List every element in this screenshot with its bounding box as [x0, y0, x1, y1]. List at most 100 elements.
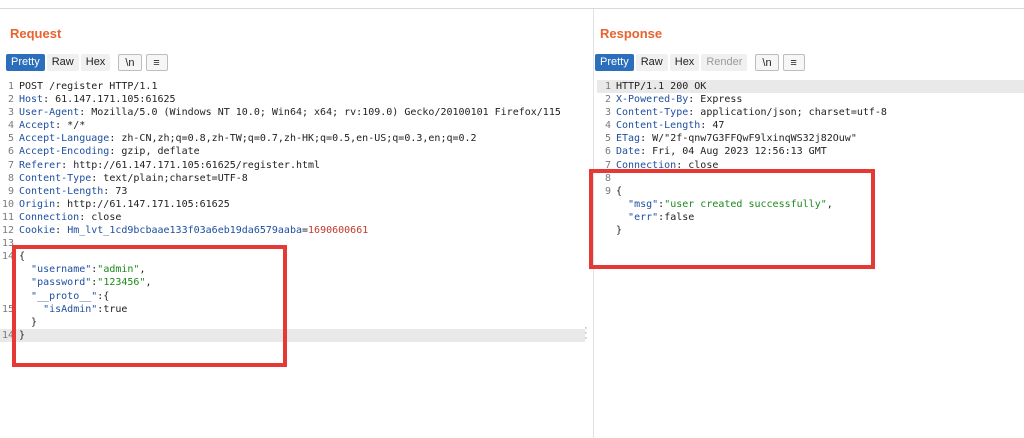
- line-number: 12: [1, 225, 14, 237]
- header-value: Fri, 04 Aug 2023 12:56:13 GMT: [646, 146, 827, 158]
- line-content: Content-Type: text/plain;charset=UTF-8: [19, 172, 248, 184]
- line-content: {: [616, 185, 1024, 198]
- json-key: "__proto__": [31, 290, 98, 302]
- editor-line: 3 Content-Type: application/json; charset…: [597, 106, 1024, 119]
- request-title: Request: [10, 26, 62, 41]
- line-number: 14: [1, 329, 14, 341]
- line-number: 8: [7, 172, 14, 184]
- header-value: Mozilla/5.0 (Windows NT 10.0; Win64; x64…: [85, 107, 561, 119]
- response-menu-icon[interactable]: ≡: [782, 54, 805, 71]
- line-number: 9: [7, 185, 14, 197]
- json-string-value: "123456": [97, 277, 146, 289]
- request-tab-raw[interactable]: Raw: [46, 54, 79, 71]
- code-text: }: [616, 225, 623, 237]
- line-content: Connection: close: [19, 211, 122, 223]
- line-content: "username":"admin",: [19, 263, 585, 276]
- header-name: Connection: [616, 159, 677, 171]
- line-content: }: [616, 224, 1024, 237]
- header-value: close: [85, 211, 122, 223]
- line-number: 3: [7, 107, 14, 119]
- line-content: }: [19, 316, 585, 329]
- line-number: 8: [604, 172, 611, 184]
- editor-line: 2 X-Powered-By: Express: [597, 93, 1024, 106]
- line-content: Host: 61.147.171.105:61625: [19, 94, 176, 106]
- editor-line: }: [597, 224, 1024, 237]
- code-text: }: [19, 316, 38, 328]
- code-text: HTTP/1.1 200 OK: [616, 81, 707, 92]
- response-tab-raw[interactable]: Raw: [635, 54, 668, 71]
- editor-line: 13: [0, 237, 585, 250]
- editor-line: }: [0, 316, 585, 329]
- editor-line: 11 Connection: close: [0, 211, 585, 224]
- response-newline-toggle[interactable]: \n: [755, 54, 779, 71]
- header-name: Content-Length: [19, 185, 104, 197]
- line-number: 1: [7, 81, 14, 92]
- response-editor[interactable]: 1 HTTP/1.1 200 OK 2 X-Powered-By: Express 3 C…: [597, 80, 1024, 438]
- line-content: Content-Length: 47: [616, 120, 725, 132]
- editor-line: 15 "isAdmin":true: [0, 303, 585, 316]
- editor-line: "msg":"user created successfully",: [597, 198, 1024, 211]
- json-separator: :{: [97, 290, 110, 302]
- editor-line: 3 User-Agent: Mozilla/5.0 (Windows NT 10.…: [0, 106, 585, 119]
- code-text: POST /register HTTP/1.1: [19, 81, 158, 92]
- editor-line: 7 Connection: close: [597, 159, 1024, 172]
- line-number: 7: [604, 159, 611, 171]
- json-string-value: "admin": [97, 264, 140, 276]
- json-key: "password": [31, 277, 92, 289]
- header-name: X-Powered-By: [616, 94, 689, 106]
- header-value: 61.147.171.105:61625: [49, 94, 176, 106]
- header-name: Host: [19, 94, 44, 106]
- editor-line: 1 HTTP/1.1 200 OK: [597, 80, 1024, 94]
- editor-line: 8: [597, 172, 1024, 185]
- request-menu-icon[interactable]: ≡: [145, 54, 168, 71]
- line-number: 2: [7, 94, 14, 106]
- header-name: Referer: [19, 159, 62, 171]
- line-content: X-Powered-By: Express: [616, 94, 743, 106]
- editor-line: 14}: [0, 328, 585, 342]
- line-number: 1: [604, 81, 611, 92]
- response-tab-render[interactable]: Render: [701, 54, 748, 71]
- pane-resize-handle[interactable]: · · ·: [584, 323, 588, 344]
- header-value: W/"2f-qnw7G3FFQwF9lxinqWS32j82Ouw": [646, 133, 857, 145]
- editor-line: 5 Accept-Language: zh-CN,zh;q=0.8,zh-TW;q…: [0, 132, 585, 145]
- editor-line: 5 ETag: W/"2f-qnw7G3FFQwF9lxinqWS32j82Ouw…: [597, 132, 1024, 145]
- header-name: Origin: [19, 198, 56, 210]
- header-name: Cookie: [19, 225, 56, 237]
- editor-line: 7 Referer: http://61.147.171.105:61625/re…: [0, 159, 585, 172]
- line-number: 14: [1, 251, 14, 263]
- editor-line: 12 Cookie: Hm_lvt_1cd9bcbaae133f03a6eb19d…: [0, 224, 585, 237]
- editor-line: 4 Content-Length: 47: [597, 119, 1024, 132]
- json-comma: ,: [145, 277, 152, 289]
- header-value: application/json; charset=utf-8: [694, 107, 887, 119]
- header-name: Accept-Encoding: [19, 146, 110, 158]
- header-value: 73: [109, 185, 128, 197]
- header-value: 47: [706, 120, 725, 132]
- line-content: POST /register HTTP/1.1: [19, 80, 585, 93]
- editor-line: "password":"123456",: [0, 276, 585, 289]
- editor-line: 10 Origin: http://61.147.171.105:61625: [0, 198, 585, 211]
- request-newline-toggle[interactable]: \n: [118, 54, 142, 71]
- line-content: HTTP/1.1 200 OK: [616, 80, 1024, 93]
- request-tab-pretty[interactable]: Pretty: [6, 54, 45, 71]
- editor-line: 9 Content-Length: 73: [0, 185, 585, 198]
- editor-line: 1 POST /register HTTP/1.1: [0, 80, 585, 93]
- response-tab-pretty[interactable]: Pretty: [595, 54, 634, 71]
- request-tab-hex[interactable]: Hex: [80, 54, 111, 71]
- header-value: */*: [61, 120, 86, 132]
- json-key: "username": [31, 264, 92, 276]
- line-content: "err":false: [616, 211, 1024, 224]
- header-value: Express: [694, 94, 743, 106]
- code-text: {: [19, 251, 26, 263]
- response-tab-hex[interactable]: Hex: [669, 54, 700, 71]
- line-number: 7: [7, 159, 14, 171]
- request-editor[interactable]: 1 POST /register HTTP/1.1 2 Host: 61.147.17…: [0, 80, 585, 438]
- json-literal-value: true: [103, 303, 128, 315]
- json-comma: ,: [139, 264, 146, 276]
- line-content: Referer: http://61.147.171.105:61625/reg…: [19, 159, 321, 171]
- code-text: {: [616, 185, 623, 197]
